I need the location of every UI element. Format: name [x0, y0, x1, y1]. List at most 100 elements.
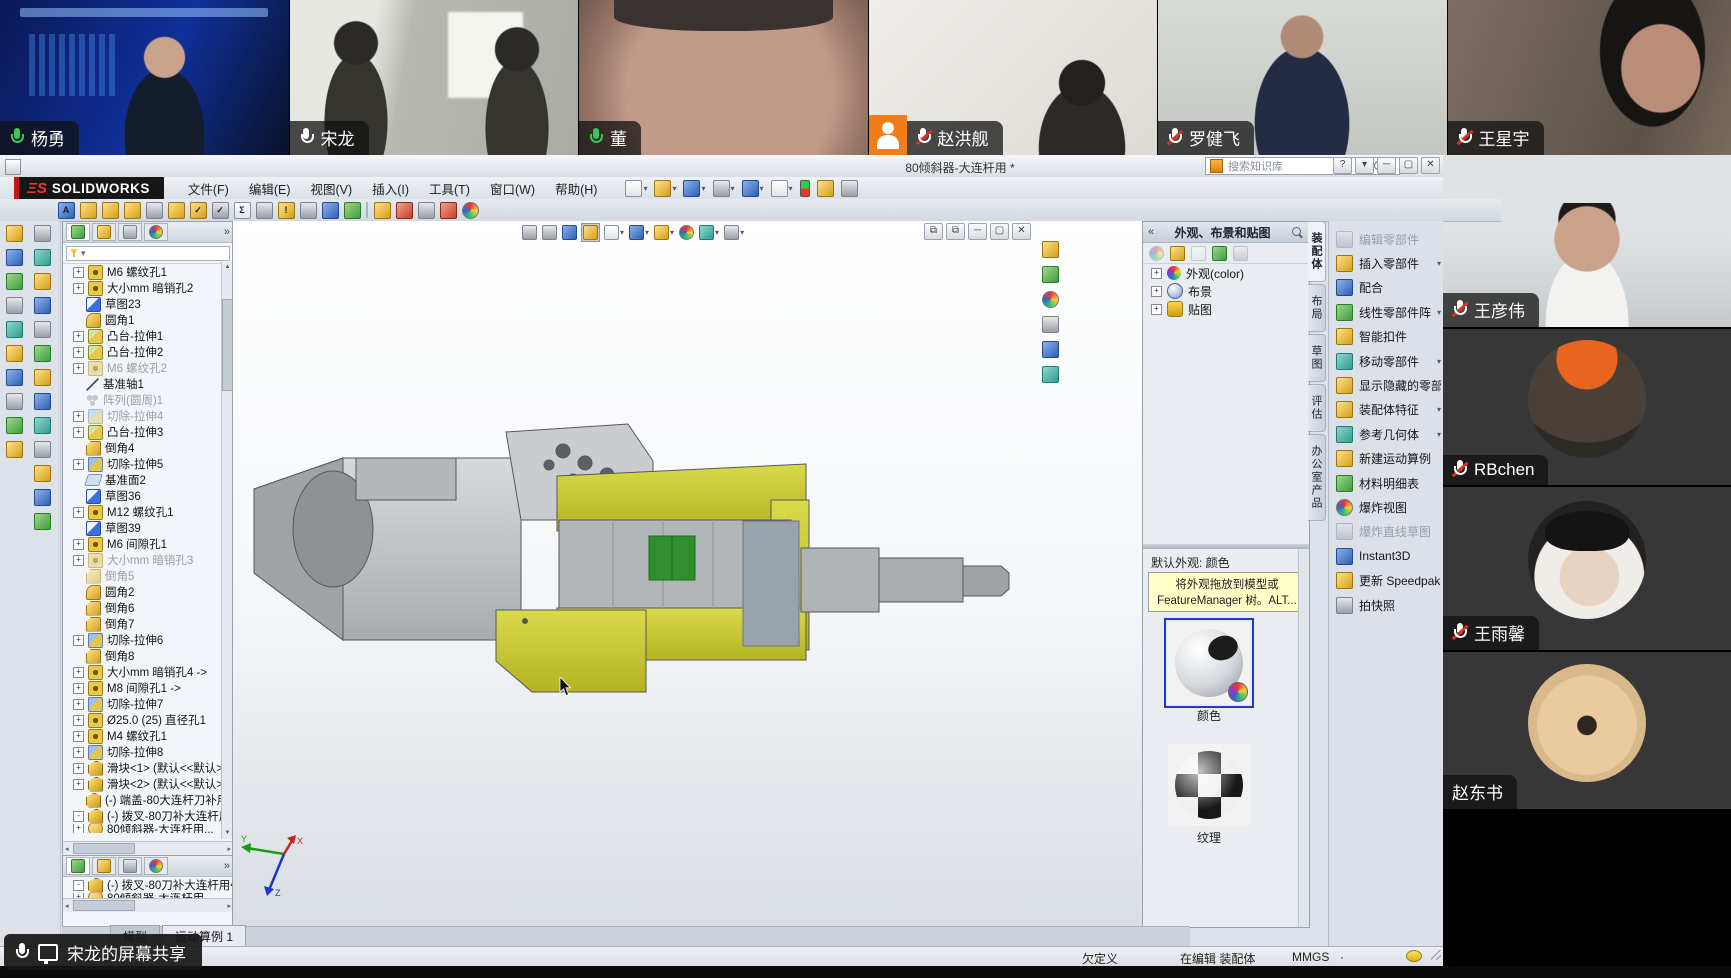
palette-tool-icon[interactable] — [1042, 291, 1059, 308]
tree-item[interactable]: 草图36 — [63, 488, 233, 504]
side-tool-icon[interactable] — [34, 441, 51, 458]
command-row[interactable]: 材料明细表 — [1329, 471, 1443, 495]
side-tool-icon[interactable] — [34, 321, 51, 338]
tree-item[interactable]: +M4 螺纹孔1 — [63, 728, 233, 744]
tree-item[interactable]: +大小mm 暗销孔3 — [63, 552, 233, 568]
side-tool-icon[interactable] — [34, 297, 51, 314]
view-orientation-button[interactable]: ▾ — [603, 224, 625, 241]
tree-item[interactable]: +凸台-拉伸1 — [63, 328, 233, 344]
camera-button[interactable]: ▾ — [723, 224, 745, 241]
sidebar-video-tile-1[interactable]: RBchen — [1443, 329, 1731, 487]
menu-window[interactable]: 窗口(W) — [480, 176, 545, 201]
commandmanager-tab-2[interactable]: 草图 — [1308, 334, 1326, 382]
doc-cascade-icon[interactable]: ⧉ — [946, 223, 965, 240]
video-tile-3[interactable]: 赵洪舰 — [869, 0, 1159, 155]
clipboard-button[interactable] — [815, 179, 836, 198]
expand-icon[interactable]: + — [73, 635, 84, 646]
dropdown-arrow-icon[interactable]: ▾ — [1437, 357, 1441, 366]
expand-icon[interactable]: + — [73, 459, 84, 470]
display-style-button[interactable]: ▾ — [628, 224, 650, 241]
task-pane-scrollbar[interactable] — [1298, 549, 1309, 927]
appearance-tool-icon[interactable] — [1149, 246, 1164, 261]
tab-featuremanager[interactable] — [66, 223, 90, 241]
expand-icon[interactable]: + — [73, 731, 84, 742]
commandmanager-tab-0[interactable]: 装配体 — [1308, 221, 1326, 282]
command-row[interactable]: 线性零部件阵列▾ — [1329, 300, 1443, 324]
new-folder-icon[interactable] — [1191, 246, 1206, 261]
command-row[interactable]: 配合 — [1329, 276, 1443, 300]
dropdown-arrow-icon[interactable]: ▾ — [701, 184, 705, 193]
section-view-button[interactable] — [581, 223, 600, 242]
sidebar-video-tile-2[interactable]: 王雨馨 — [1443, 487, 1731, 652]
side-tool-icon[interactable] — [34, 369, 51, 386]
command-row[interactable]: 爆炸直线草图 — [1329, 520, 1443, 544]
exploded-view-button[interactable] — [374, 202, 390, 218]
palette-tool-icon[interactable] — [1042, 366, 1059, 383]
expand-icon[interactable]: + — [73, 507, 84, 518]
expand-icon[interactable]: + — [73, 667, 84, 678]
side-tool-icon[interactable] — [34, 225, 51, 242]
tree-item[interactable]: +M12 螺纹孔1 — [63, 504, 233, 520]
tree-item[interactable]: (-) 端盖-80大连杆刀补用< — [63, 792, 233, 808]
expand-icon[interactable]: + — [73, 331, 84, 342]
add-file-icon[interactable] — [1212, 246, 1227, 261]
tree-item[interactable]: +80倾斜器-大连杆用... — [63, 893, 233, 898]
menu-insert[interactable]: 插入(I) — [362, 176, 419, 201]
dropdown-arrow-icon[interactable]: ▾ — [670, 228, 674, 237]
dropdown-arrow-icon[interactable]: ▾ — [715, 228, 719, 237]
replace-button[interactable] — [322, 202, 338, 218]
motion-tree-hscrollbar[interactable]: ◂▸ — [63, 898, 233, 912]
side-tool-icon[interactable] — [6, 345, 23, 362]
expand-icon[interactable]: + — [73, 267, 84, 278]
measure-button[interactable] — [80, 202, 96, 218]
motion-manager-button[interactable] — [396, 202, 412, 218]
tree-item[interactable]: +切除-拉伸8 — [63, 744, 233, 760]
tree-item[interactable]: +切除-拉伸6 — [63, 632, 233, 648]
zoom-fit-button[interactable] — [521, 224, 538, 241]
dropdown-arrow-icon[interactable]: ▾ — [645, 228, 649, 237]
dropdown-arrow-icon[interactable]: ▾ — [760, 184, 764, 193]
menu-help[interactable]: 帮助(H) — [545, 176, 607, 201]
palette-tool-icon[interactable] — [1042, 241, 1059, 258]
expand-icon[interactable]: + — [73, 893, 84, 898]
menu-view[interactable]: 视图(V) — [301, 176, 363, 201]
side-tool-icon[interactable] — [34, 249, 51, 266]
tree-hscrollbar[interactable]: ◂▸ — [63, 841, 233, 855]
commandmanager-tab-1[interactable]: 布局 — [1308, 284, 1326, 332]
side-tool-icon[interactable] — [6, 273, 23, 290]
doc-restore-icon[interactable]: ⧉ — [924, 223, 943, 240]
tree-item[interactable]: +切除-拉伸4 — [63, 408, 233, 424]
equations-button[interactable]: Σ — [234, 202, 250, 218]
command-row[interactable]: 智能扣件 — [1329, 325, 1443, 349]
expand-icon[interactable]: + — [73, 555, 84, 566]
expand-icon[interactable]: + — [73, 699, 84, 710]
command-row[interactable]: 参考几何体▾ — [1329, 422, 1443, 446]
check-circle-button[interactable] — [418, 202, 434, 218]
tree-item[interactable]: -(-) 拨叉-80刀补大连杆用< — [63, 808, 233, 824]
tree-item[interactable]: +Ø25.0 (25) 直径孔1 — [63, 712, 233, 728]
expand-icon[interactable]: + — [73, 347, 84, 358]
deviation-button[interactable] — [256, 202, 272, 218]
appearance-tree-item[interactable]: +外观(color) — [1143, 264, 1309, 282]
mass-properties-button[interactable] — [102, 202, 118, 218]
tree-item[interactable]: +M6 螺纹孔1 — [63, 264, 233, 280]
pane-splitter[interactable] — [1143, 544, 1309, 549]
side-tool-icon[interactable] — [6, 441, 23, 458]
tab-appearancemanager-2[interactable] — [144, 857, 168, 875]
tree-item[interactable]: +切除-拉伸5 — [63, 456, 233, 472]
command-row[interactable]: Instant3D — [1329, 544, 1443, 568]
tree-item[interactable]: 倒角8 — [63, 648, 233, 664]
performance-gauge-button[interactable] — [146, 202, 162, 218]
expand-icon[interactable]: + — [73, 763, 84, 774]
zoom-area-button[interactable] — [541, 224, 558, 241]
side-tool-icon[interactable] — [34, 393, 51, 410]
tree-item[interactable]: 圆角1 — [63, 312, 233, 328]
side-tool-icon[interactable] — [6, 417, 23, 434]
expand-icon[interactable]: + — [73, 747, 84, 758]
video-tile-0[interactable]: 杨勇 — [0, 0, 290, 155]
open-library-icon[interactable] — [1170, 246, 1185, 261]
expand-icon[interactable]: + — [1151, 304, 1162, 315]
side-tool-icon[interactable] — [6, 249, 23, 266]
tree-item[interactable]: 圆角2 — [63, 584, 233, 600]
side-tool-icon[interactable] — [6, 225, 23, 242]
